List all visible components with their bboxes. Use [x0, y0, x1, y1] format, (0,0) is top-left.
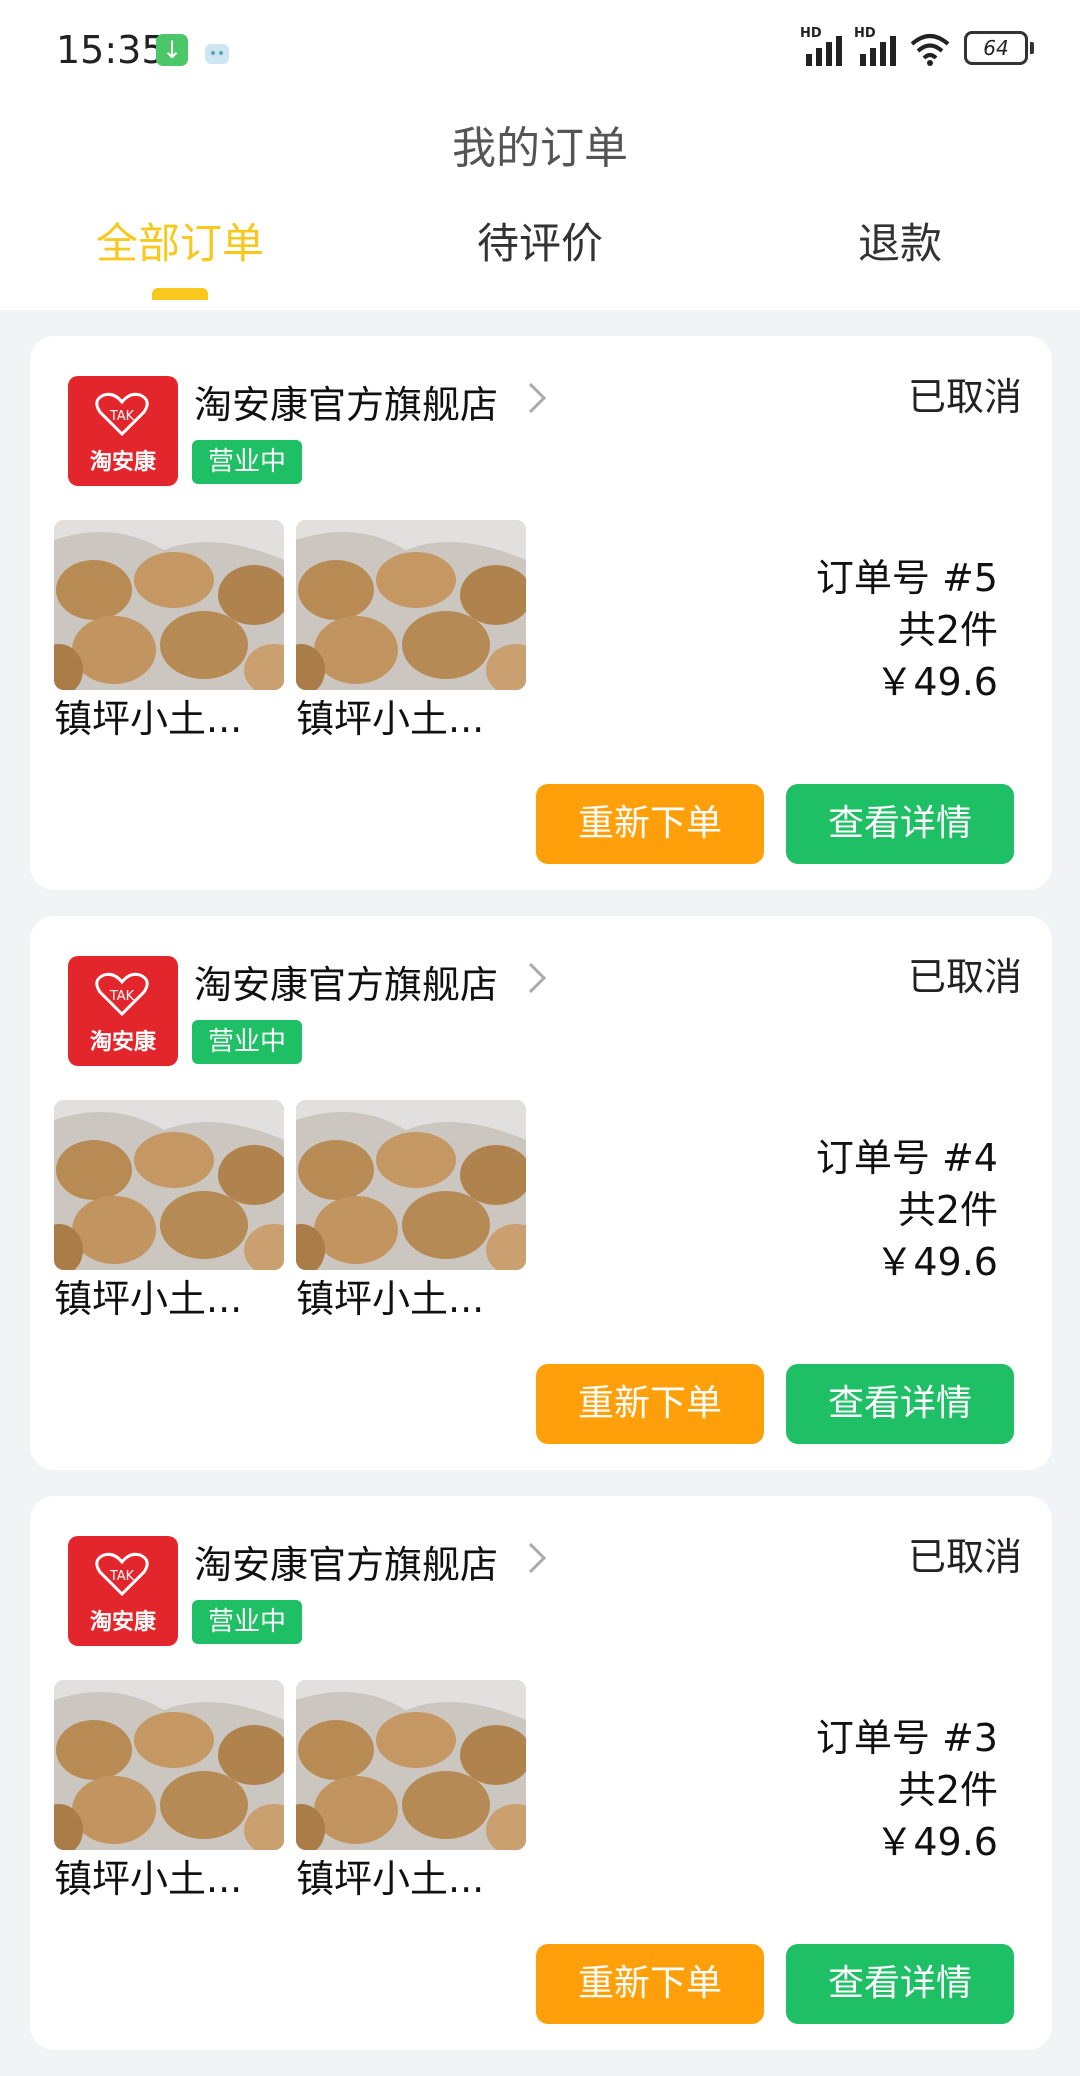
app-notification-icon	[205, 44, 229, 64]
order-number: 订单号 #4	[815, 1136, 998, 1180]
shop-name[interactable]: 淘安康官方旗舰店	[194, 1534, 498, 1589]
tab-all-orders[interactable]: 全部订单	[0, 210, 360, 271]
battery-icon: 64	[964, 31, 1034, 65]
product-name: 镇坪小土...	[296, 697, 485, 741]
order-summary: 订单号 #4 共2件 ￥49.6	[816, 1132, 998, 1288]
page-title: 我的订单	[452, 123, 628, 174]
shop-open-badge: 营业中	[192, 1020, 302, 1064]
product-image[interactable]	[296, 520, 526, 690]
order-status: 已取消	[907, 375, 1022, 419]
item-count: 共2件	[897, 1188, 998, 1232]
heart-logo-icon: TAK	[95, 392, 149, 436]
order-status: 已取消	[907, 1535, 1022, 1579]
signal-icon: HD	[800, 26, 842, 66]
product-image[interactable]	[296, 1680, 526, 1850]
item-count: 共2件	[897, 1768, 998, 1812]
product-image[interactable]	[54, 1100, 284, 1270]
chevron-right-icon[interactable]	[526, 960, 548, 996]
shop-logo[interactable]: TAK 淘安康	[68, 956, 178, 1066]
chevron-right-icon[interactable]	[526, 1540, 548, 1576]
order-summary: 订单号 #3 共2件 ￥49.6	[816, 1712, 998, 1868]
product-name: 镇坪小土...	[296, 1277, 485, 1321]
wifi-icon	[910, 34, 950, 66]
shop-logo[interactable]: TAK 淘安康	[68, 376, 178, 486]
order-price: ￥49.6	[875, 1240, 998, 1284]
shop-open-badge: 营业中	[192, 440, 302, 484]
reorder-button[interactable]: 重新下单	[536, 784, 764, 864]
shop-name[interactable]: 淘安康官方旗舰店	[194, 374, 498, 429]
svg-text:TAK: TAK	[109, 1569, 135, 1584]
view-details-button[interactable]: 查看详情	[786, 1944, 1014, 2024]
status-time: 15:35	[56, 28, 166, 72]
page-header: 我的订单 全部订单 待评价 退款	[0, 100, 1080, 310]
product-name: 镇坪小土...	[296, 1857, 485, 1901]
shop-name[interactable]: 淘安康官方旗舰店	[194, 954, 498, 1009]
product-image[interactable]	[296, 1100, 526, 1270]
reorder-button[interactable]: 重新下单	[536, 1944, 764, 2024]
product-image[interactable]	[54, 520, 284, 690]
order-card: TAK 淘安康 淘安康官方旗舰店 营业中 已取消 镇坪小土... 镇坪小土...…	[30, 916, 1052, 1470]
chevron-right-icon[interactable]	[526, 380, 548, 416]
reorder-button[interactable]: 重新下单	[536, 1364, 764, 1444]
order-price: ￥49.6	[875, 660, 998, 704]
order-number: 订单号 #5	[815, 556, 998, 600]
svg-text:TAK: TAK	[109, 409, 135, 424]
logo-text: 淘安康	[89, 1610, 156, 1635]
heart-logo-icon: TAK	[95, 1552, 149, 1596]
download-notification-icon: ↓	[156, 34, 188, 66]
logo-text: 淘安康	[89, 1030, 156, 1055]
svg-text:TAK: TAK	[109, 989, 135, 1004]
order-card: TAK 淘安康 淘安康官方旗舰店 营业中 已取消 镇坪小土... 镇坪小土...…	[30, 1496, 1052, 2050]
product-name: 镇坪小土...	[54, 697, 243, 741]
order-price: ￥49.6	[875, 1820, 998, 1864]
order-number: 订单号 #3	[815, 1716, 998, 1760]
active-tab-indicator	[152, 288, 208, 300]
product-name: 镇坪小土...	[54, 1277, 243, 1321]
status-bar: 15:35 ↓ HD HD 64	[0, 0, 1080, 100]
product-name: 镇坪小土...	[54, 1857, 243, 1901]
shop-logo[interactable]: TAK 淘安康	[68, 1536, 178, 1646]
order-list: TAK 淘安康 淘安康官方旗舰店 营业中 已取消 镇坪小土... 镇坪小土...…	[30, 336, 1052, 2076]
view-details-button[interactable]: 查看详情	[786, 1364, 1014, 1444]
shop-open-badge: 营业中	[192, 1600, 302, 1644]
heart-logo-icon: TAK	[95, 972, 149, 1016]
order-summary: 订单号 #5 共2件 ￥49.6	[816, 552, 998, 708]
tab-pending-review[interactable]: 待评价	[360, 210, 720, 271]
product-image[interactable]	[54, 1680, 284, 1850]
tab-refund[interactable]: 退款	[720, 210, 1080, 271]
logo-text: 淘安康	[89, 450, 156, 475]
order-card: TAK 淘安康 淘安康官方旗舰店 营业中 已取消 镇坪小土... 镇坪小土...…	[30, 336, 1052, 890]
item-count: 共2件	[897, 608, 998, 652]
order-status: 已取消	[907, 955, 1022, 999]
view-details-button[interactable]: 查看详情	[786, 784, 1014, 864]
signal-icon-2: HD	[854, 26, 896, 66]
